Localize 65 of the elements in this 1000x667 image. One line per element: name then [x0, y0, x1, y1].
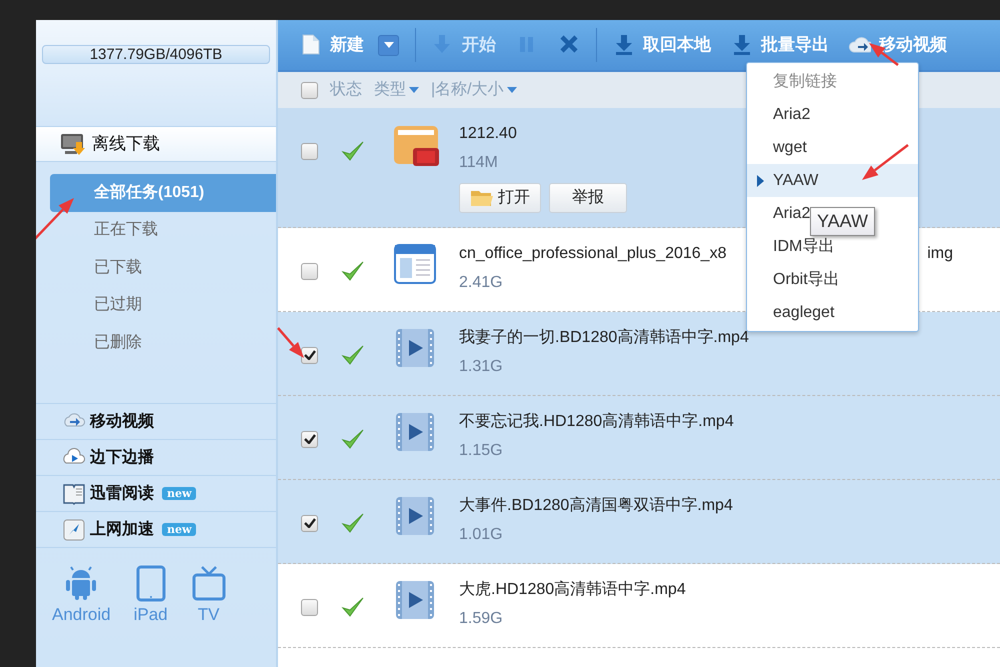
file-name: 大事件.BD1280高清国粤双语中字.mp4	[459, 496, 733, 516]
row-checkbox[interactable]	[301, 346, 318, 364]
sidebar-link[interactable]: 迅雷阅读 new	[36, 476, 276, 512]
check-mark-icon	[341, 596, 365, 618]
sort-caret-icon	[409, 87, 419, 93]
storage-bar: 1377.79GB/4096TB	[42, 45, 270, 64]
check-mark-icon	[341, 140, 365, 162]
open-button[interactable]: 打开	[459, 183, 541, 213]
check-mark-icon	[341, 512, 365, 534]
check-mark-icon	[341, 344, 365, 366]
file-name: cn_office_professional_plus_2016_x8	[459, 244, 726, 264]
file-size: 1.01G	[459, 525, 503, 545]
sidebar-item[interactable]: 已下载	[50, 249, 276, 286]
book-icon	[62, 482, 86, 506]
section-label: 离线下载	[92, 133, 160, 156]
table-row[interactable]: 不要忘记我.HD1280高清韩语中字.mp4 1.15G	[278, 396, 1000, 480]
menu-item[interactable]: Orbit导出	[773, 268, 840, 292]
annotation-arrow	[862, 144, 909, 180]
row-checkbox[interactable]	[301, 514, 318, 532]
link-label: 迅雷阅读	[90, 484, 154, 504]
report-button[interactable]: 举报	[549, 183, 627, 213]
sidebar-link[interactable]: 边下边播	[36, 440, 276, 476]
sidebar-link[interactable]: 上网加速 new	[36, 512, 276, 548]
row-checkbox[interactable]	[301, 262, 318, 280]
file-name: 1212.40	[459, 124, 517, 144]
file-name: img	[927, 244, 953, 264]
check-mark-icon	[341, 260, 365, 282]
tooltip: YAAW	[810, 207, 876, 236]
sidebar-item[interactable]: 已过期	[50, 286, 276, 324]
file-size: 2.41G	[459, 273, 503, 293]
table-row[interactable]: 大虎.HD1280高清韩语中字.mp4 1.59G	[278, 564, 1000, 648]
new-badge: new	[162, 523, 196, 536]
file-size: 1.15G	[459, 441, 503, 461]
file-size: 1.31G	[459, 357, 503, 377]
file-name: 我妻子的一切.BD1280高清韩语中字.mp4	[459, 328, 749, 348]
monitor-download-icon	[60, 132, 86, 156]
tv-icon	[190, 564, 227, 602]
link-label: 上网加速	[90, 520, 154, 540]
check-mark-icon	[341, 428, 365, 450]
pointer-icon	[757, 174, 764, 186]
new-badge: new	[162, 487, 196, 500]
menu-item[interactable]: wget	[773, 136, 807, 160]
menu-item[interactable]: IDM导出	[773, 234, 834, 258]
file-size: 1.59G	[459, 609, 503, 629]
sidebar-section-header[interactable]: 离线下载	[36, 126, 276, 162]
link-label: 移动视频	[90, 411, 154, 432]
menu-item[interactable]: YAAW	[773, 168, 818, 192]
file-name: 不要忘记我.HD1280高清韩语中字.mp4	[459, 411, 734, 432]
file-name: 大虎.HD1280高清韩语中字.mp4	[459, 580, 686, 600]
dropdown-caret-icon[interactable]	[378, 34, 399, 56]
sidebar-item[interactable]: 正在下载	[50, 212, 276, 249]
sidebar-item[interactable]: 已删除	[50, 324, 276, 362]
file-size: 114M	[459, 153, 498, 173]
folder-icon	[470, 188, 494, 208]
row-checkbox[interactable]	[301, 142, 318, 160]
row-checkbox[interactable]	[301, 430, 318, 448]
select-all-checkbox[interactable]	[301, 82, 318, 98]
row-checkbox[interactable]	[301, 598, 318, 616]
table-row[interactable]: 大事件.BD1280高清国粤双语中字.mp4 1.01G	[278, 480, 1000, 564]
bird-icon	[62, 518, 86, 542]
sort-caret-icon	[506, 87, 517, 93]
sidebar-link[interactable]: 移动视频	[36, 404, 276, 440]
menu-item[interactable]: Aria2	[773, 202, 810, 226]
annotation-arrow	[277, 327, 304, 358]
link-label: 边下边播	[90, 448, 154, 468]
